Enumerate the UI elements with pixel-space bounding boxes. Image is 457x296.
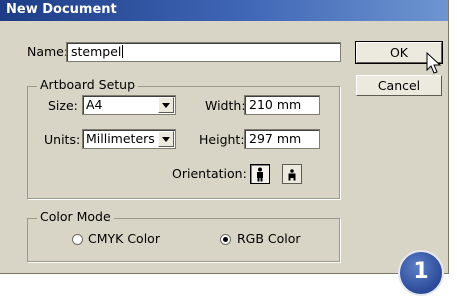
landscape-person-icon — [288, 169, 296, 181]
cmyk-label[interactable]: CMYK Color — [88, 231, 160, 246]
name-input[interactable]: stempel — [66, 42, 341, 62]
new-document-dialog: New Document Name: stempel OK Cancel Art… — [0, 0, 449, 274]
artboard-setup-legend: Artboard Setup — [37, 77, 139, 92]
rgb-radio[interactable] — [220, 234, 231, 245]
landscape-orientation-button[interactable] — [282, 164, 302, 184]
portrait-orientation-button[interactable] — [250, 164, 270, 184]
color-mode-legend: Color Mode — [37, 209, 114, 224]
rgb-label[interactable]: RGB Color — [237, 231, 301, 246]
title-bar[interactable]: New Document — [0, 0, 448, 21]
text-caret — [122, 45, 124, 58]
height-label: Height: — [199, 132, 245, 147]
orientation-label: Orientation: — [172, 166, 247, 181]
width-label: Width: — [205, 98, 246, 113]
units-select[interactable]: Millimeters — [82, 129, 176, 149]
chevron-down-icon[interactable] — [158, 97, 174, 113]
cancel-button[interactable]: Cancel — [356, 75, 442, 96]
width-input[interactable]: 210 mm — [244, 95, 320, 115]
name-value: stempel — [71, 44, 122, 59]
units-label: Units: — [44, 132, 81, 147]
units-value: Millimeters — [86, 131, 155, 146]
size-label: Size: — [48, 98, 78, 113]
name-label: Name: — [27, 44, 69, 59]
size-value: A4 — [86, 97, 103, 112]
chevron-down-icon[interactable] — [158, 131, 174, 147]
mouse-cursor-icon — [426, 52, 442, 74]
cmyk-radio[interactable] — [72, 234, 83, 245]
portrait-person-icon — [257, 167, 263, 182]
step-number-badge: 1 — [398, 250, 444, 296]
dialog-title: New Document — [6, 2, 117, 17]
size-select[interactable]: A4 — [82, 95, 176, 115]
height-input[interactable]: 297 mm — [244, 129, 320, 149]
